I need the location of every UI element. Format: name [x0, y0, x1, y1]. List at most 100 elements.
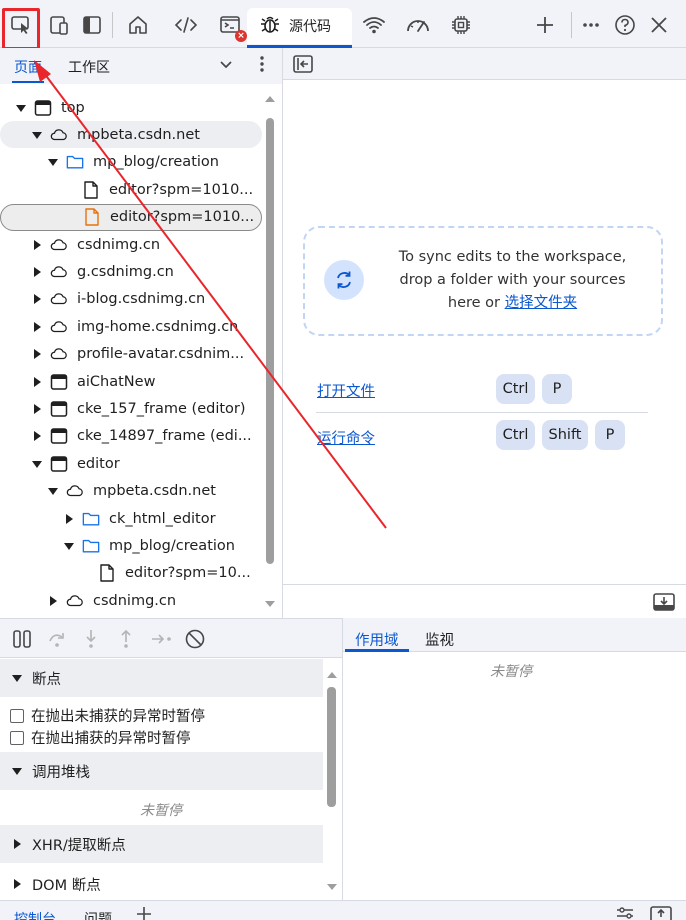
cloud-icon [50, 290, 68, 308]
deactivate-breakpoints-icon[interactable] [184, 628, 206, 654]
chevron-right-icon[interactable] [32, 431, 42, 442]
tab-watch[interactable]: 监视 [425, 629, 454, 650]
chevron-down-icon[interactable] [64, 541, 74, 551]
step-into-icon[interactable] [81, 628, 101, 654]
tree-item[interactable]: editor?spm=1010... [0, 176, 262, 203]
tree-item[interactable]: profile-avatar.csdnim... [0, 341, 262, 368]
tree-item[interactable]: mpbeta.csdn.net [0, 121, 262, 149]
tab-workspace[interactable]: 工作区 [68, 57, 110, 77]
bug-icon [259, 13, 281, 39]
step-icon[interactable] [150, 628, 174, 654]
elements-home-icon[interactable] [125, 8, 151, 42]
breakpoints-header[interactable]: 断点 [0, 659, 323, 697]
tab-sources[interactable]: 源代码 [247, 8, 352, 48]
pane-divider[interactable] [282, 48, 283, 618]
step-over-icon[interactable] [46, 628, 68, 654]
toolbar-divider [571, 12, 572, 38]
pause-caught-option[interactable]: 在抛出捕获的异常时暂停 [10, 727, 191, 748]
chevron-right-icon[interactable] [48, 595, 58, 606]
more-icon[interactable] [580, 8, 602, 42]
scroll-down-icon[interactable] [264, 597, 276, 613]
sync-text-prefix: here or [447, 295, 505, 311]
tree-item[interactable]: top [0, 94, 262, 121]
cloud-icon [50, 126, 68, 144]
tab-issues[interactable]: 问题 [84, 909, 112, 920]
chevron-right-icon[interactable] [32, 403, 42, 414]
performance-gauge-icon[interactable] [404, 8, 432, 42]
tree-item[interactable]: editor?spm=1010... [0, 203, 262, 231]
tab-scope[interactable]: 作用域 [345, 629, 408, 652]
code-icon[interactable] [172, 8, 200, 42]
tab-console[interactable]: 控制台 [14, 909, 56, 920]
callstack-header[interactable]: 调用堆栈 [0, 752, 323, 790]
scroll-up-icon[interactable] [264, 92, 276, 108]
chevron-right-icon[interactable] [32, 239, 42, 250]
chevron-down-icon[interactable] [16, 103, 26, 113]
pause-uncaught-option[interactable]: 在抛出未捕获的异常时暂停 [10, 705, 205, 726]
help-icon[interactable] [613, 8, 637, 42]
chevron-right-icon[interactable] [32, 376, 42, 387]
step-out-icon[interactable] [116, 628, 136, 654]
select-folder-link[interactable]: 选择文件夹 [505, 295, 578, 311]
tree-item[interactable]: csdnimg.cn [0, 587, 262, 614]
tree-item[interactable]: g.csdnimg.cn [0, 258, 262, 285]
memory-chip-icon[interactable] [448, 8, 474, 42]
scroll-up-icon[interactable] [326, 668, 338, 684]
tree-item[interactable]: mpbeta.csdn.net [0, 478, 262, 505]
pause-caught-label: 在抛出捕获的异常时暂停 [31, 731, 191, 747]
chevron-down-icon[interactable] [32, 130, 42, 140]
chevron-down-icon [12, 768, 22, 775]
chevron-down-icon[interactable] [218, 56, 234, 76]
dock-bottom-icon[interactable] [650, 906, 672, 920]
tree-item[interactable]: aiChatNew [0, 368, 262, 395]
device-toolbar-icon[interactable] [46, 8, 72, 42]
toggle-navigator-icon[interactable] [293, 55, 313, 77]
chevron-right-icon[interactable] [32, 294, 42, 305]
tree-item[interactable]: mp_blog/creation [0, 532, 262, 559]
checkbox[interactable] [10, 708, 24, 723]
shortcut-key: Ctrl [496, 420, 535, 450]
tree-item[interactable]: csdnimg.cn [0, 231, 262, 258]
chevron-right-icon[interactable] [64, 513, 74, 524]
tree-item[interactable]: cke_157_frame (editor) [0, 395, 262, 422]
scroll-down-icon[interactable] [326, 880, 338, 896]
chevron-down-icon[interactable] [48, 486, 58, 496]
tree-item[interactable]: cke_14897_frame (edi... [0, 423, 262, 450]
tree-item[interactable]: mp_blog/creation [0, 149, 262, 176]
open-file-link[interactable]: 打开文件 [317, 380, 375, 401]
sync-instructions: To sync edits to the workspace, drop a f… [380, 246, 645, 315]
network-wifi-icon[interactable] [360, 8, 388, 42]
sync-text-line: here or 选择文件夹 [380, 292, 645, 315]
tree-item[interactable]: img-home.csdnimg.cn [0, 313, 262, 340]
dock-side-icon[interactable] [80, 8, 104, 42]
run-command-link[interactable]: 运行命令 [317, 427, 375, 448]
tree-item[interactable]: ck_html_editor [0, 505, 262, 532]
debugger-scrollbar[interactable] [327, 687, 336, 807]
debugger-toolbar [0, 618, 343, 658]
more-vertical-icon[interactable] [254, 54, 270, 78]
xhr-breakpoints-header[interactable]: XHR/提取断点 [0, 825, 323, 863]
tree-item[interactable]: i-blog.csdnimg.cn [0, 286, 262, 313]
pane-divider[interactable] [342, 618, 343, 900]
scope-tabs: 作用域 监视 [343, 618, 686, 652]
tree-item[interactable]: editor?spm=10... [0, 560, 262, 587]
chevron-down-icon[interactable] [48, 157, 58, 167]
tab-page[interactable]: 页面 [12, 57, 44, 83]
toggle-debugger-icon[interactable] [653, 593, 675, 615]
pause-icon[interactable] [11, 628, 33, 654]
tree-scrollbar[interactable] [266, 118, 274, 564]
close-icon[interactable] [648, 8, 670, 42]
add-icon[interactable] [532, 8, 558, 42]
tree-item-label: cke_157_frame (editor) [77, 400, 246, 417]
chevron-right-icon[interactable] [32, 349, 42, 360]
tree-item[interactable]: editor [0, 450, 262, 477]
dom-breakpoints-header[interactable]: DOM 断点 [0, 865, 323, 903]
customize-icon[interactable] [614, 906, 636, 920]
chevron-down-icon[interactable] [32, 459, 42, 469]
chevron-right-icon[interactable] [32, 321, 42, 332]
add-tab-icon[interactable] [136, 906, 152, 920]
checkbox[interactable] [10, 730, 24, 745]
chevron-right-icon[interactable] [32, 266, 42, 277]
tree-item-label: editor?spm=1010... [110, 209, 255, 226]
